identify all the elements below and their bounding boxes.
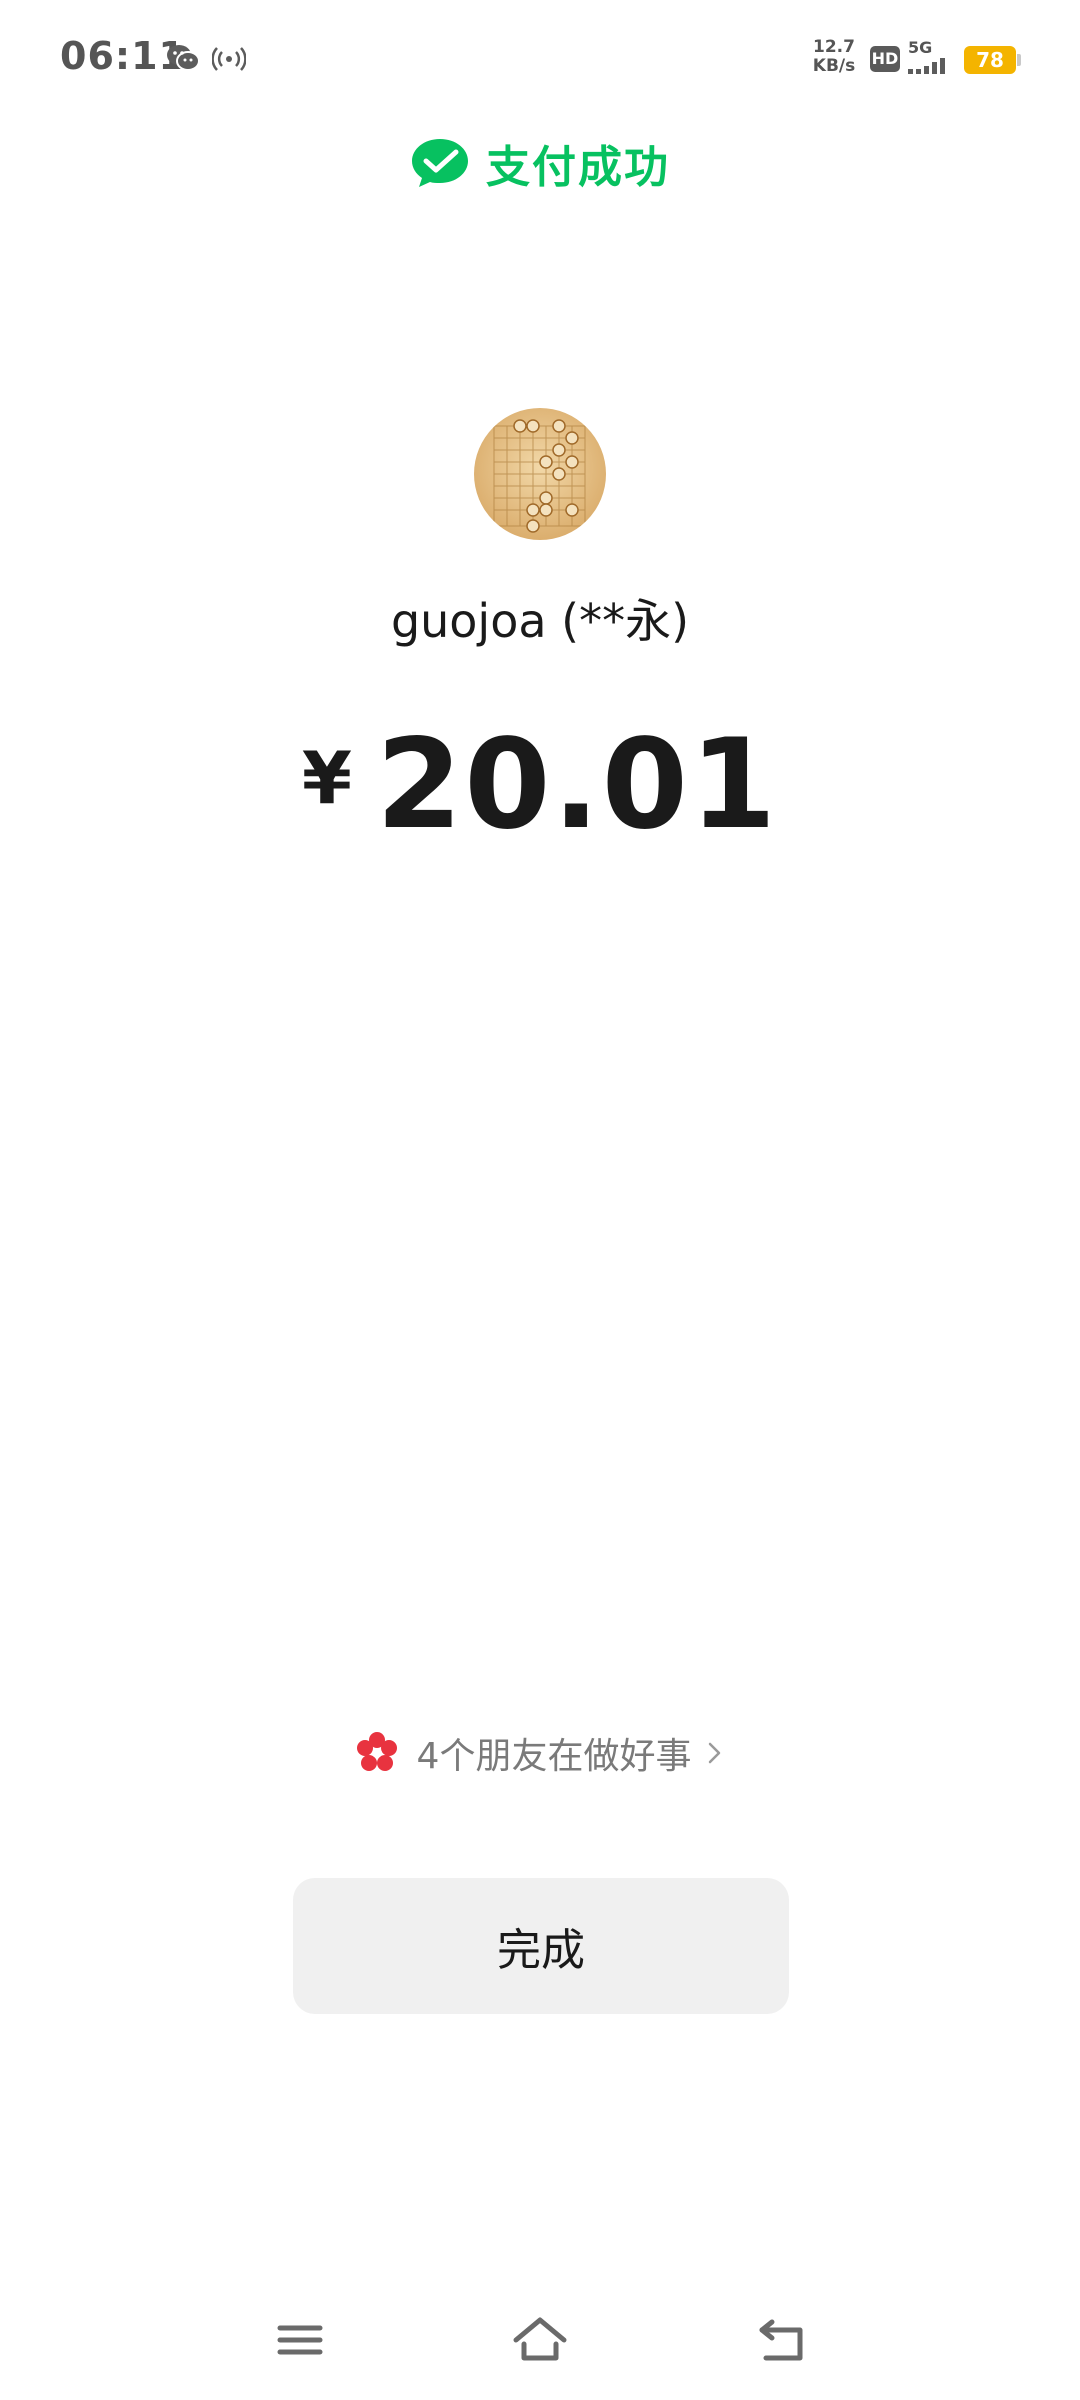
payment-amount: 20.01 [375, 713, 779, 857]
friends-doing-good-text: 4个朋友在做好事 [416, 1736, 692, 1777]
red-flower-icon [356, 1732, 397, 1771]
signal-icon: 5G [908, 38, 958, 78]
battery-tip [1017, 54, 1021, 66]
net-speed-value: 12.7 [813, 37, 855, 57]
status-bar: 06:11 12.7 KB/s HD 5G 78 [0, 0, 1080, 120]
hotspot-icon [212, 47, 246, 71]
battery-icon: 78 [964, 46, 1016, 74]
net-speed-unit: KB/s [812, 56, 856, 76]
net-speed: 12.7 KB/s [810, 38, 858, 76]
hd-icon: HD [870, 46, 900, 72]
friends-doing-good-link[interactable]: 4个朋友在做好事 [0, 1725, 1080, 1781]
signal-bars-icon [908, 58, 945, 74]
home-icon[interactable] [510, 2310, 570, 2370]
back-icon[interactable] [752, 2310, 812, 2370]
page-title: 支付成功 [486, 142, 670, 193]
network-type-label: 5G [908, 38, 933, 57]
done-button[interactable]: 完成 [293, 1878, 789, 2014]
payment-success-header: 支付成功 [0, 128, 1080, 198]
wechat-icon [167, 45, 200, 71]
avatar [474, 408, 606, 540]
currency-symbol: ¥ [301, 736, 352, 820]
chevron-right-icon [709, 1742, 721, 1764]
wechat-pay-check-icon [412, 139, 468, 187]
amount-display: ¥ 20.01 [0, 720, 1080, 850]
payee-name: guojoa (**永) [390, 594, 690, 648]
menu-icon[interactable] [270, 2310, 330, 2370]
chinese-chess-board-avatar [474, 408, 606, 540]
system-nav-bar [0, 2290, 1080, 2390]
